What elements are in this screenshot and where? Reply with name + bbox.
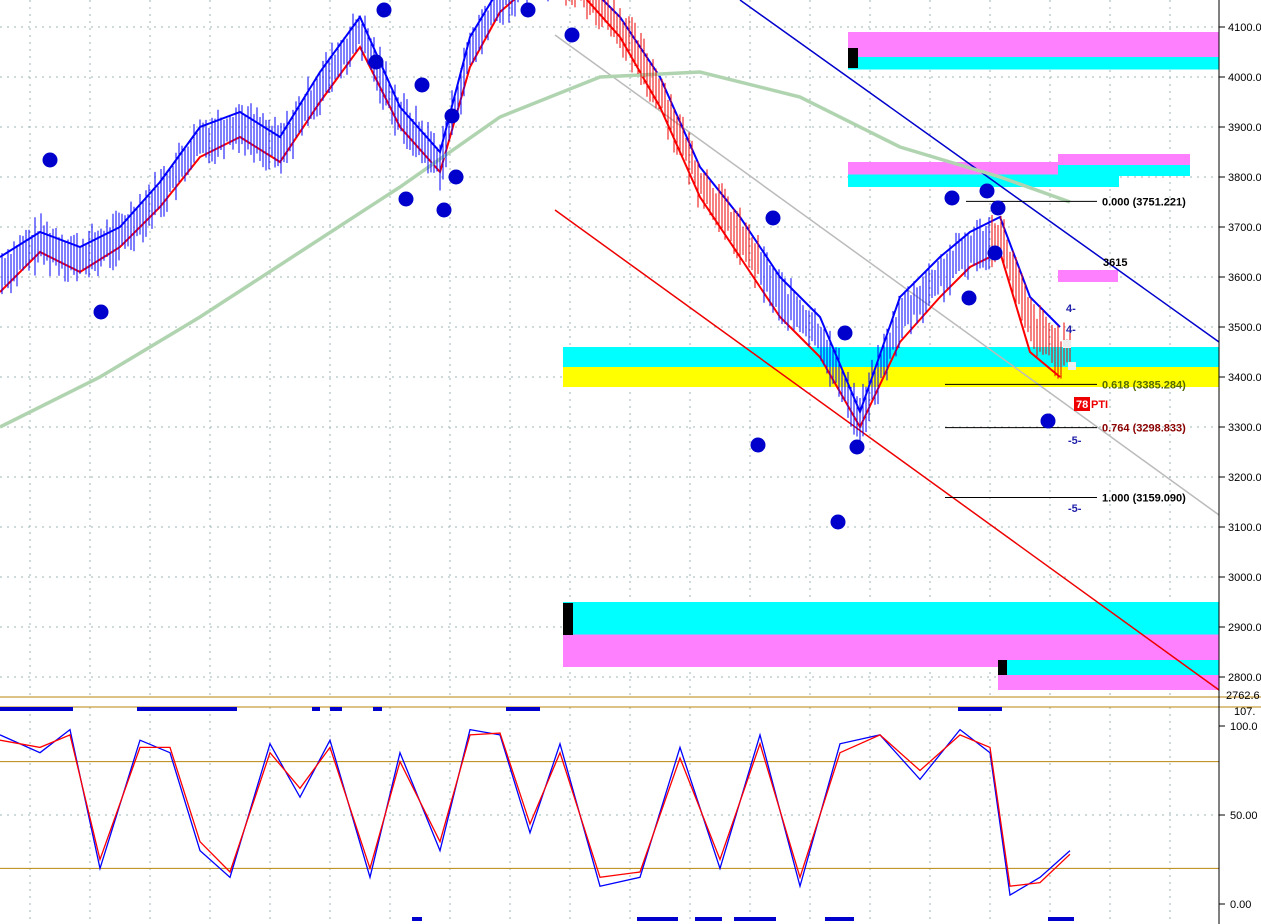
- y-tick-label: 3900.0: [1228, 122, 1261, 134]
- y-tick-label: 3800.0: [1228, 172, 1261, 184]
- annotation-4-a: 4-: [1066, 303, 1076, 315]
- oscillator-top-label: 107.: [1234, 706, 1255, 718]
- signal-bar-bottom: [695, 917, 722, 921]
- y-tick-label: 3500.0: [1228, 322, 1261, 334]
- fib-label: 0.000 (3751.221): [1102, 196, 1186, 208]
- zone-marker: [563, 603, 573, 635]
- wave-circle: [979, 183, 995, 199]
- annotation-5-b: -5-: [1068, 503, 1082, 515]
- zone-band: [848, 32, 1219, 57]
- y-axis: 4100.0 4000.0 3900.0 3800.0 3700.0 3600.0 3500…: [1218, 0, 1261, 924]
- wave-circle: [990, 200, 1006, 216]
- osc-tick-label: 50.00: [1230, 810, 1258, 822]
- wave-circle: [376, 2, 392, 18]
- zone-band: [848, 57, 1219, 70]
- y-tick-label: 3600.0: [1228, 272, 1261, 284]
- wave-circle: [93, 304, 109, 320]
- annotation-5-a: -5-: [1068, 435, 1082, 447]
- wave-tag: [1068, 362, 1076, 370]
- fib-label: 0.618 (3385.284): [1102, 379, 1186, 391]
- signal-bar-top: [312, 707, 320, 711]
- wave-circle: [1040, 413, 1056, 429]
- wave-circle: [436, 202, 452, 218]
- osc-tick-label: 100.0: [1230, 721, 1258, 733]
- wave-circle: [564, 27, 580, 43]
- wave-circle: [448, 169, 464, 185]
- wave-circle: [444, 108, 460, 124]
- wave-circle: [398, 191, 414, 207]
- signal-bar-bottom: [1048, 917, 1074, 921]
- wave-circle: [750, 437, 766, 453]
- annotation-3615: 3615: [1103, 257, 1127, 269]
- wave-circle: [765, 210, 781, 226]
- y-tick-label: 3700.0: [1228, 222, 1261, 234]
- y-tick-label: 3400.0: [1228, 372, 1261, 384]
- wave-circle: [414, 77, 430, 93]
- last-price-label: 2762.6: [1226, 690, 1260, 702]
- signal-bar-top: [0, 707, 73, 711]
- wave-circle: [830, 514, 846, 530]
- wave-circle: [961, 290, 977, 306]
- wave-circle: [849, 439, 865, 455]
- pti-label: PTI: [1091, 399, 1108, 411]
- y-tick-label: 3300.0: [1228, 422, 1261, 434]
- zone-marker: [998, 660, 1007, 675]
- signal-bar-top: [137, 707, 237, 711]
- wave-circle: [42, 152, 58, 168]
- y-tick-label: 4100.0: [1228, 22, 1261, 34]
- zone-band-small: [1058, 270, 1118, 282]
- signal-bar-bottom: [637, 917, 678, 921]
- signal-bar-top: [506, 707, 540, 711]
- zone-band: [563, 347, 1219, 367]
- wave-circle: [987, 245, 1003, 261]
- signal-bar-top: [330, 707, 342, 711]
- wave-circle: [520, 2, 536, 18]
- wave-circle: [944, 190, 960, 206]
- elliott-wave-chart: 0.000 (3751.221) 0.618 (3385.284) 0.764 (3…: [0, 0, 1261, 924]
- pti-value: 78: [1076, 399, 1088, 411]
- zone-band-small: [998, 675, 1219, 690]
- wave-circle: [368, 54, 384, 70]
- y-tick-label: 2800.0: [1228, 672, 1261, 684]
- fib-label: 1.000 (3159.090): [1102, 492, 1186, 504]
- wave-tag: [1063, 340, 1071, 348]
- signal-bar-top: [373, 707, 382, 711]
- signal-bar-bottom: [825, 917, 854, 921]
- y-tick-label: 3100.0: [1228, 522, 1261, 534]
- y-tick-label: 4000.0: [1228, 72, 1261, 84]
- y-tick-label: 3000.0: [1228, 572, 1261, 584]
- annotation-4-b: 4-: [1066, 324, 1076, 336]
- wave-circle: [837, 325, 853, 341]
- y-tick-label: 2900.0: [1228, 622, 1261, 634]
- y-tick-label: 3200.0: [1228, 472, 1261, 484]
- signal-bar-bottom: [734, 917, 776, 921]
- zone-marker: [848, 48, 858, 68]
- signal-bar-top: [958, 707, 1002, 711]
- osc-tick-label: 0.00: [1230, 899, 1251, 911]
- fib-label: 0.764 (3298.833): [1102, 423, 1186, 435]
- signal-bar-bottom: [412, 917, 422, 921]
- zone-band-small: [1058, 165, 1190, 176]
